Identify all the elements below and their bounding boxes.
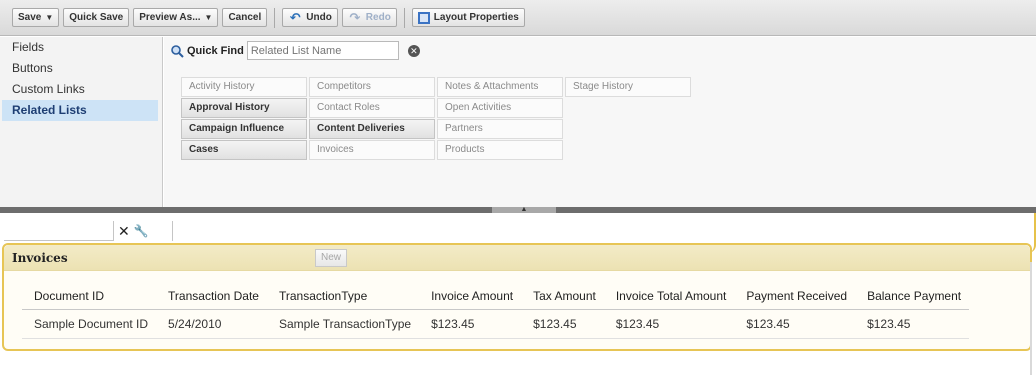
category-buttons[interactable]: Buttons [0,58,162,79]
palette-item[interactable]: Campaign Influence [181,119,307,139]
palette-item[interactable]: Partners [437,119,563,139]
wrench-icon[interactable]: 🔧 [134,224,149,238]
category-fields[interactable]: Fields [0,37,162,58]
preview-as-label: Preview As... [139,12,201,23]
table-cell: $123.45 [734,309,856,339]
clear-icon[interactable]: ✕ [407,44,420,57]
palette-item[interactable]: Products [437,140,563,160]
section-header: Invoices New [4,245,1030,271]
redo-icon: ↷ [349,9,361,25]
column-header: Payment Received [734,283,856,310]
table-cell: Sample TransactionType [266,309,420,339]
palette-item[interactable]: Competitors [309,77,435,97]
table-row: Sample Document ID 5/24/2010 Sample Tran… [22,309,970,339]
splitter-grip-icon[interactable]: ▲ [492,206,556,213]
palette-empty [565,98,691,118]
column-header: TransactionType [266,283,420,310]
palette-item[interactable]: Contact Roles [309,98,435,118]
toolbar: Save ▼ Quick Save Preview As... ▼ Cancel… [0,0,1036,36]
layout-properties-label: Layout Properties [433,12,519,23]
table-cell: $123.45 [419,309,522,339]
filter-divider [153,221,173,241]
table-cell: $123.45 [521,309,604,339]
quick-find-label: Quick Find [187,44,244,57]
column-header: Transaction Date [156,283,267,310]
palette-empty [565,140,691,160]
quick-save-button[interactable]: Quick Save [63,8,130,27]
section-title: Invoices [12,251,68,265]
layout-properties-icon [417,11,430,24]
chevron-down-icon: ▼ [204,13,213,22]
preview-as-button[interactable]: Preview As... ▼ [133,8,219,27]
remove-icon[interactable]: ✕ [118,223,130,240]
palette-item[interactable]: Activity History [181,77,307,97]
related-list-table: Document ID Transaction Date Transaction… [22,283,970,339]
page-edge [1030,262,1032,375]
palette-item[interactable]: Invoices [309,140,435,160]
table-cell: $123.45 [603,309,735,339]
quick-find-input[interactable] [246,41,399,60]
search-icon [171,44,184,58]
redo-label: Redo [365,12,391,23]
new-button[interactable]: New [315,249,348,267]
quick-find: Quick Find ✕ [170,41,420,60]
chevron-down-icon[interactable]: ▼ [45,13,53,22]
column-header: Invoice Total Amount [603,283,735,310]
column-header: Invoice Amount [419,283,522,310]
category-related-lists[interactable]: Related Lists [2,100,158,121]
category-list: Fields Buttons Custom Links Related List… [0,37,163,208]
undo-label: Undo [306,12,332,23]
cancel-button[interactable]: Cancel [222,8,268,27]
palette-item[interactable]: Content Deliveries [309,119,435,139]
cancel-label: Cancel [228,12,262,23]
save-label: Save [18,12,42,23]
palette-item[interactable]: Approval History [181,98,307,118]
table-header-row: Document ID Transaction Date Transaction… [22,283,970,310]
palette-item[interactable]: Open Activities [437,98,563,118]
palette-item[interactable]: Notes & Attachments [437,77,563,97]
toolbar-divider [274,7,276,28]
redo-button[interactable]: ↷ Redo [341,8,397,27]
undo-icon: ↶ [289,9,301,25]
column-header: Document ID [22,283,157,310]
save-button[interactable]: Save ▼ [12,8,60,27]
table-cell: Sample Document ID [22,309,157,339]
palette: Quick Find ✕ Activity History Competitor… [164,37,1036,208]
table-cell: 5/24/2010 [156,309,267,339]
palette-item[interactable]: Stage History [565,77,691,97]
related-list-grid: Activity History Competitors Notes & Att… [181,77,691,160]
undo-button[interactable]: ↶ Undo [282,8,338,27]
column-header: Tax Amount [521,283,604,310]
palette-item[interactable]: Cases [181,140,307,160]
palette-empty [565,119,691,139]
quick-save-label: Quick Save [69,12,124,23]
layout-properties-button[interactable]: Layout Properties [411,8,525,27]
column-header: Balance Payment [855,283,970,310]
toolbar-divider [403,7,405,28]
table-cell: $123.45 [855,309,970,339]
filter-field[interactable] [4,221,114,241]
category-custom-links[interactable]: Custom Links [0,79,162,100]
invoices-section[interactable]: Invoices New Document ID Transaction Dat… [2,243,1032,351]
filter-row: ✕ 🔧 [4,221,173,241]
